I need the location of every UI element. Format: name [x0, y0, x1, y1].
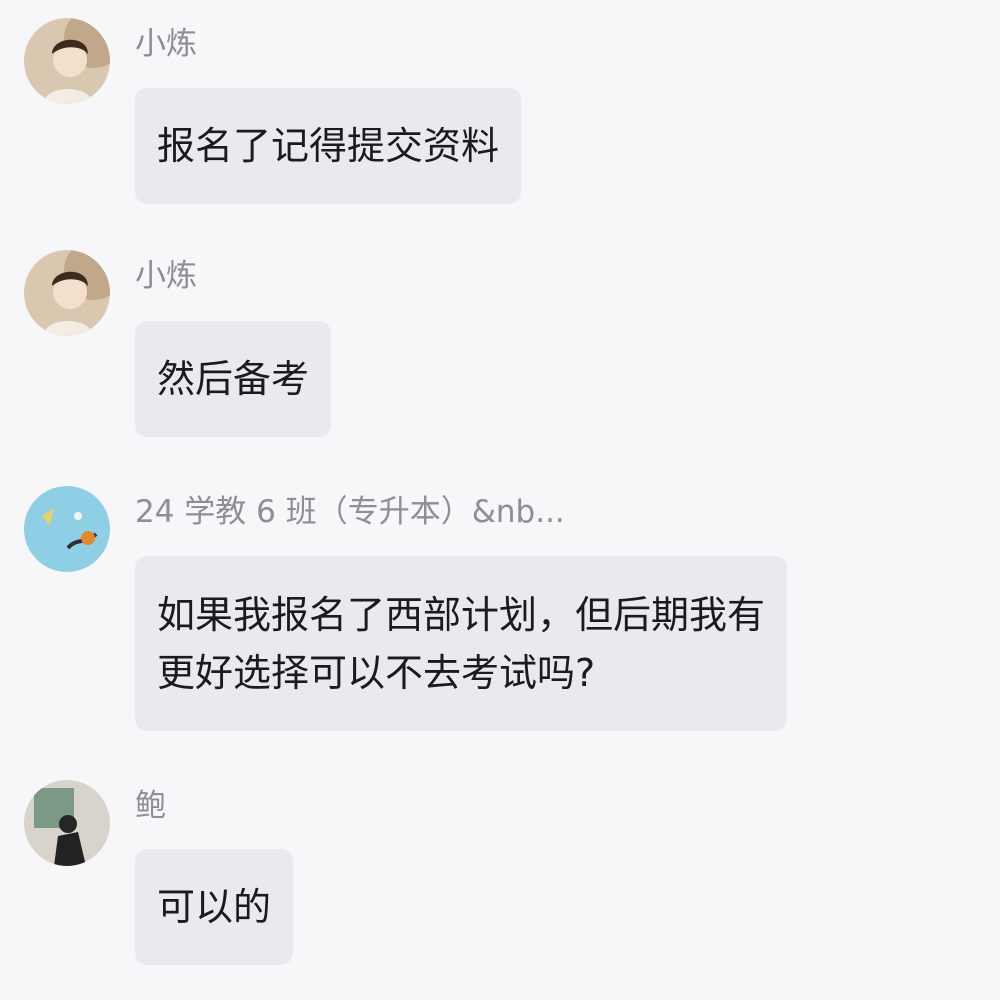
user-avatar-icon[interactable]	[24, 18, 110, 104]
message-text: 如果我报名了西部计划，但后期我有 更好选择可以不去考试吗?	[157, 592, 766, 695]
sender-name: 小炼	[135, 26, 197, 62]
user-avatar-icon[interactable]	[24, 780, 110, 866]
message-bubble[interactable]: 然后备考	[135, 321, 332, 437]
message-text: 然后备考	[157, 357, 310, 401]
sender-name: 24 学教 6 班（专升本）&nb...	[135, 494, 565, 530]
sender-name: 鲍	[135, 788, 166, 824]
sender-name: 小炼	[135, 258, 197, 294]
user-avatar-icon[interactable]	[24, 250, 110, 336]
group-avatar-icon[interactable]	[24, 486, 110, 572]
message-bubble[interactable]: 如果我报名了西部计划，但后期我有 更好选择可以不去考试吗?	[135, 556, 788, 731]
message-text: 可以的	[157, 885, 272, 929]
message-bubble[interactable]: 可以的	[135, 849, 294, 965]
chat-message-list: 小炼 报名了记得提交资料 小炼 然后备考 24 学教 6 班（专升本）&nb..…	[0, 0, 1000, 1000]
message-bubble[interactable]: 报名了记得提交资料	[135, 88, 522, 204]
message-text: 报名了记得提交资料	[157, 124, 500, 168]
